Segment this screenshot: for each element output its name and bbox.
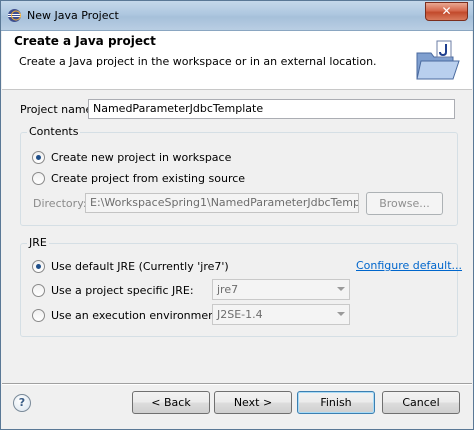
project-specific-jre-select[interactable]: jre7 — [212, 279, 350, 300]
radio-project-specific-jre[interactable]: Use a project specific JRE: — [32, 282, 194, 298]
radio-button[interactable] — [32, 283, 45, 297]
chevron-down-icon — [337, 312, 345, 316]
contents-group-title: Contents — [27, 125, 81, 138]
project-name-input[interactable]: NamedParameterJdbcTemplate — [88, 99, 455, 119]
project-name-label: Project name: — [20, 103, 97, 116]
close-icon: ✕ — [441, 4, 452, 18]
radio-use-default-jre[interactable]: Use default JRE (Currently 'jre7') — [32, 258, 229, 274]
radio-label: Create new project in workspace — [51, 150, 232, 164]
eclipse-app-icon — [8, 9, 21, 22]
new-java-project-dialog: New Java Project ✕ Create a Java project… — [0, 0, 474, 430]
jre-group-title: JRE — [27, 236, 49, 249]
radio-label: Use default JRE (Currently 'jre7') — [51, 259, 229, 273]
radio-label: Create project from existing source — [51, 171, 246, 185]
help-icon: ? — [18, 396, 26, 409]
radio-label: Use a project specific JRE: — [51, 283, 194, 297]
execution-environment-select[interactable]: J2SE-1.4 — [212, 304, 350, 325]
radio-create-from-existing[interactable]: Create project from existing source — [32, 170, 245, 186]
window-title: New Java Project — [27, 9, 119, 22]
radio-button-selected[interactable] — [32, 150, 45, 164]
title-bar[interactable]: New Java Project ✕ — [1, 1, 473, 31]
help-button[interactable]: ? — [13, 394, 31, 412]
radio-button-selected[interactable] — [32, 259, 45, 273]
page-description: Create a Java project in the workspace o… — [19, 55, 377, 68]
wizard-banner: Create a Java project Create a Java proj… — [2, 31, 472, 90]
chevron-down-icon — [337, 287, 345, 291]
radio-button[interactable] — [32, 308, 45, 322]
back-button[interactable]: < Back — [132, 391, 210, 414]
select-value: J2SE-1.4 — [217, 308, 263, 321]
radio-button[interactable] — [32, 171, 45, 185]
directory-label: Directory: — [33, 197, 87, 210]
select-value: jre7 — [217, 283, 239, 296]
directory-input[interactable]: E:\WorkspaceSpring1\NamedParameterJdbcTe… — [85, 193, 359, 213]
cancel-button[interactable]: Cancel — [382, 391, 460, 414]
configure-default-link[interactable]: Configure default... — [356, 259, 462, 272]
finish-button[interactable]: Finish — [297, 391, 375, 414]
browse-button[interactable]: Browse... — [366, 192, 443, 215]
next-button[interactable]: Next > — [214, 391, 292, 414]
page-title: Create a Java project — [14, 34, 156, 48]
button-bar-separator — [2, 383, 472, 385]
close-button[interactable]: ✕ — [425, 2, 468, 21]
radio-create-new-project[interactable]: Create new project in workspace — [32, 149, 231, 165]
java-project-folder-icon — [416, 40, 460, 80]
